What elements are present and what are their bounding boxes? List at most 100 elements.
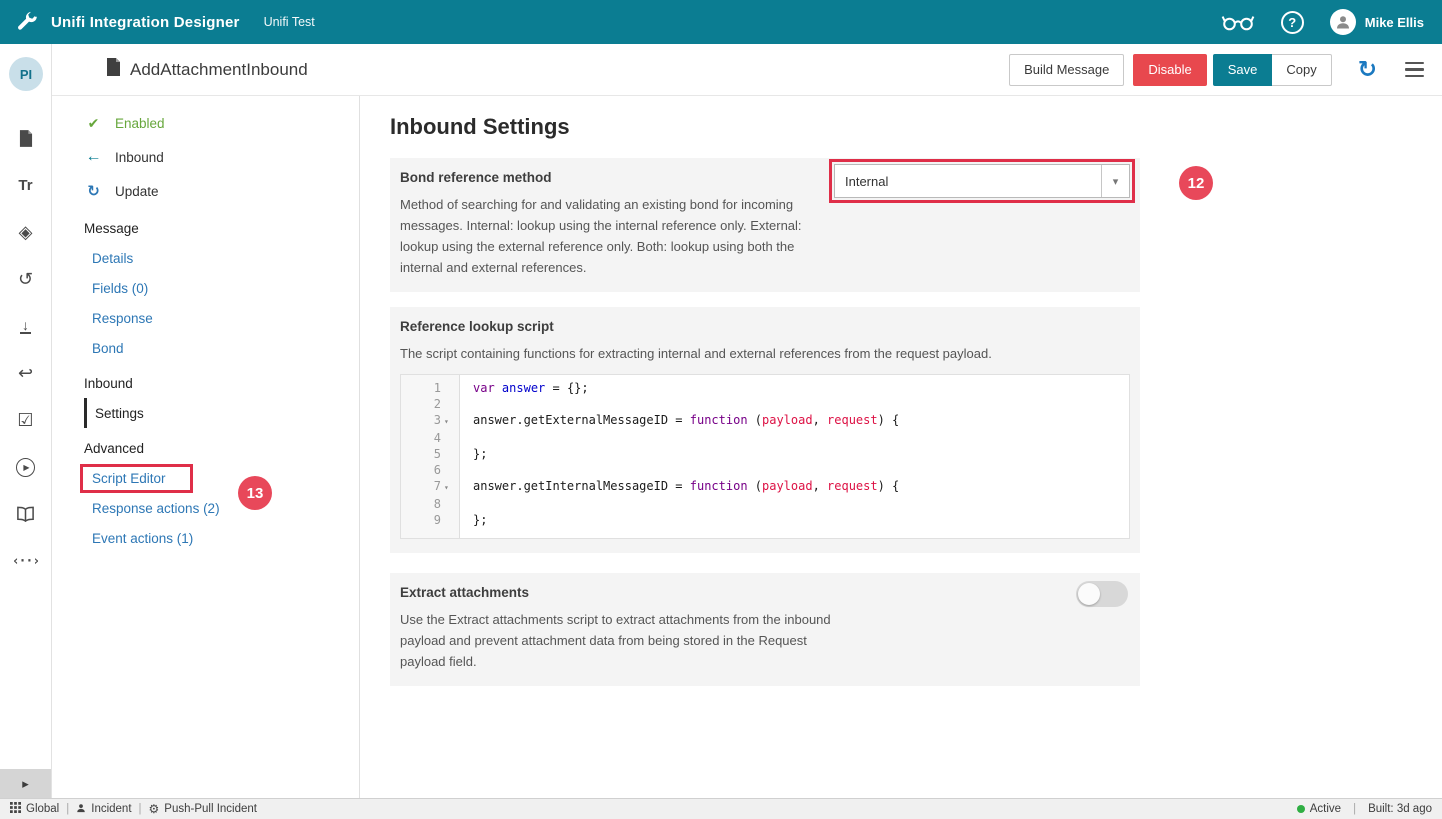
fold-arrow-icon[interactable]: ▾: [444, 478, 459, 496]
book-icon[interactable]: [16, 504, 35, 524]
history-icon[interactable]: ↺: [18, 269, 33, 289]
entity-segment[interactable]: Incident: [76, 803, 131, 816]
copy-button[interactable]: Copy: [1272, 54, 1331, 86]
code-text: };: [459, 512, 487, 528]
nav-item-label: Response actions (2): [92, 501, 220, 516]
integration-header: AddAttachmentInbound Build Message Disab…: [52, 44, 1442, 96]
fold-spacer: [444, 496, 459, 512]
field-description: The script containing functions for extr…: [400, 343, 1100, 364]
sidebar-item-event-actions-1[interactable]: Event actions (1): [52, 523, 359, 553]
document-icon: [106, 58, 121, 81]
nav-status-label: Update: [115, 184, 159, 199]
tasks-icon[interactable]: ☑: [17, 410, 33, 430]
nav-status-label: Enabled: [115, 116, 165, 131]
code-line: 5};: [401, 446, 1129, 462]
fold-spacer: [444, 380, 459, 396]
sidebar-status-group: ✔ Enabled ←Inbound↻Update: [52, 96, 359, 208]
code-text: answer.getExternalMessageID = function (…: [459, 412, 899, 430]
separator: |: [139, 803, 142, 815]
code-icon[interactable]: ‹··›: [12, 551, 39, 571]
sidebar-item-settings[interactable]: Settings: [84, 398, 359, 428]
code-line: 3▾answer.getExternalMessageID = function…: [401, 412, 1129, 430]
gear-icon: ⚙: [149, 802, 160, 816]
field-label: Reference lookup script: [400, 319, 1130, 334]
arrow-left-icon: ←: [85, 148, 102, 166]
nav-item-label: Bond: [92, 341, 124, 356]
nav-item-label: Script Editor: [92, 471, 166, 486]
environment-name[interactable]: Unifi Test: [264, 15, 315, 29]
sidebar-item-response[interactable]: Response: [52, 303, 359, 333]
nav-item-label: Settings: [95, 406, 144, 421]
dropdown-selected-value: Internal: [835, 174, 1101, 189]
wrench-icon[interactable]: [16, 11, 38, 33]
document-icon[interactable]: [19, 128, 33, 148]
fold-spacer: [444, 512, 459, 528]
separator: |: [66, 803, 69, 815]
entity-label: Incident: [91, 803, 131, 815]
bond-reference-dropdown-wrap: Internal ▾: [834, 164, 1130, 198]
code-line: 7▾answer.getInternalMessageID = function…: [401, 478, 1129, 496]
build-message-button[interactable]: Build Message: [1009, 54, 1124, 86]
script-code-editor[interactable]: 1var answer = {};2 3▾answer.getExternalM…: [400, 374, 1130, 539]
scope-segment[interactable]: Global: [10, 802, 59, 816]
code-line: 8: [401, 496, 1129, 512]
page-title: AddAttachmentInbound: [130, 60, 308, 80]
play-icon[interactable]: ▶: [16, 457, 35, 477]
line-number: 6: [401, 462, 459, 478]
active-status-dot: [1297, 805, 1305, 813]
fold-spacer: [444, 396, 459, 412]
code-line: 1var answer = {};: [401, 380, 1129, 396]
code-line: 4: [401, 430, 1129, 446]
line-number: 9: [401, 512, 459, 528]
code-text: answer.getInternalMessageID = function (…: [459, 478, 899, 496]
nav-item-label: Fields (0): [92, 281, 148, 296]
send-icon[interactable]: ◈: [19, 222, 33, 242]
icon-rail: PI Tr ◈ ↺ ↓ ↩ ☑ ▶ ‹··› ▸: [0, 44, 52, 798]
code-text: [459, 396, 480, 412]
fold-arrow-icon[interactable]: ▾: [444, 412, 459, 430]
text-format-icon[interactable]: Tr: [18, 175, 32, 195]
chevron-down-icon[interactable]: ▾: [1101, 165, 1129, 197]
nav-status-update[interactable]: ↻Update: [52, 174, 359, 208]
disable-button[interactable]: Disable: [1133, 54, 1206, 86]
help-icon[interactable]: ?: [1281, 11, 1304, 34]
person-icon: [76, 803, 86, 816]
sidebar-item-bond[interactable]: Bond: [52, 333, 359, 363]
code-line: 9};: [401, 512, 1129, 528]
process-segment[interactable]: ⚙ Push-Pull Incident: [149, 802, 257, 816]
code-text: [459, 430, 480, 446]
sidebar-nav: ✔Enabled←Inbound↻Update MessageDetailsFi…: [52, 96, 360, 798]
hamburger-menu-icon[interactable]: [1401, 58, 1428, 82]
code-line: 2: [401, 396, 1129, 412]
save-button[interactable]: Save: [1213, 54, 1273, 86]
download-icon[interactable]: ↓: [20, 316, 31, 336]
sidebar-item-response-actions-2[interactable]: Response actions (2): [52, 493, 359, 523]
check-icon: ✔: [85, 115, 102, 132]
grid-icon: [10, 802, 21, 816]
top-app-bar: Unifi Integration Designer Unifi Test ? …: [0, 0, 1442, 44]
field-description: Method of searching for and validating a…: [400, 194, 832, 278]
integration-avatar[interactable]: PI: [9, 57, 43, 91]
refresh-icon[interactable]: ↻: [1358, 58, 1377, 81]
line-number: 2: [401, 396, 459, 412]
separator: |: [1353, 803, 1356, 815]
fold-spacer: [444, 430, 459, 446]
sidebar-item-details[interactable]: Details: [52, 243, 359, 273]
built-label: Built: 3d ago: [1368, 803, 1432, 815]
extract-attachments-toggle[interactable]: [1076, 581, 1128, 607]
bond-reference-method-select[interactable]: Internal ▾: [834, 164, 1130, 198]
line-number: 7▾: [401, 478, 459, 496]
nav-status-inbound[interactable]: ←Inbound: [52, 140, 359, 174]
annotation-badge-12: 12: [1179, 166, 1213, 200]
nav-status-enabled[interactable]: ✔ Enabled: [52, 106, 359, 140]
user-name[interactable]: Mike Ellis: [1365, 15, 1424, 30]
line-number: 3▾: [401, 412, 459, 430]
expand-rail-icon[interactable]: ▸: [0, 769, 51, 798]
sidebar-item-script-editor[interactable]: Script Editor: [52, 463, 359, 493]
sidebar-item-fields-0[interactable]: Fields (0): [52, 273, 359, 303]
user-avatar-icon[interactable]: [1330, 9, 1356, 35]
glasses-icon[interactable]: [1221, 14, 1255, 31]
reply-icon[interactable]: ↩: [18, 363, 33, 383]
nav-item-label: Details: [92, 251, 133, 266]
line-number: 4: [401, 430, 459, 446]
